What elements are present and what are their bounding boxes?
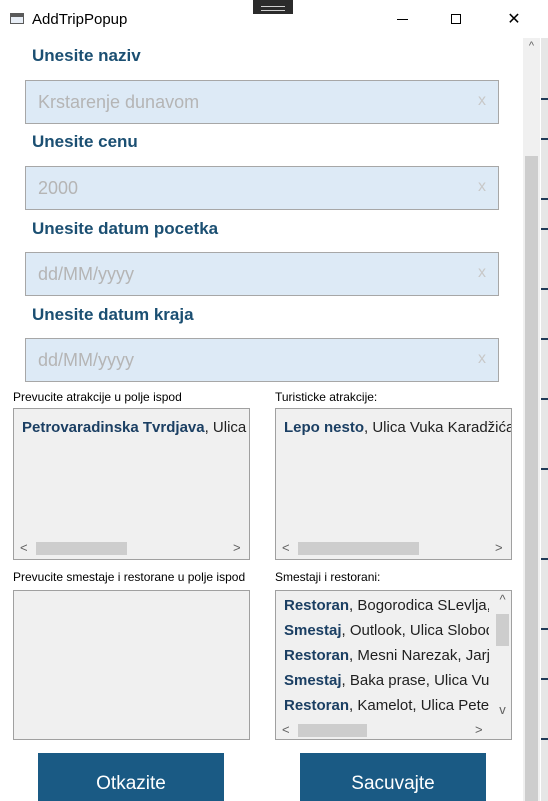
end-date-label: Unesite datum kraja [32,305,194,324]
list-item-details: , Ulica Tr [204,419,249,436]
list-item[interactable]: Smestaj, Outlook, Ulica Slobodana [284,622,489,639]
horizontal-scrollbar[interactable]: < > [277,722,493,739]
list-item-details: , Baka prase, Ulica Vuka [341,672,489,689]
minimize-button[interactable] [382,6,422,32]
accommodation-drop-label: Prevucite smestaje i restorane u polje i… [13,570,246,584]
clear-price-icon[interactable]: x [478,178,486,196]
attractions-source-list[interactable]: Lepo nesto, Ulica Vuka Karadžića < > [275,408,512,560]
list-item[interactable]: Lepo nesto, Ulica Vuka Karadžića [284,419,512,436]
name-field[interactable]: x [25,80,499,124]
list-item-details: , Bogorodica SLevlja, U [349,597,489,614]
cancel-button[interactable]: Otkazite [38,753,224,801]
window-title: AddTripPopup [32,11,128,28]
name-input[interactable] [38,81,458,123]
list-item-details: , Mesni Narezak, Jarje [349,647,489,664]
scroll-down-arrow-icon[interactable]: v [494,702,511,717]
attractions-drop-label: Prevucite atrakcije u polje ispod [13,390,182,404]
list-item[interactable]: Restoran, Mesni Narezak, Jarje [284,647,489,664]
list-item-details: , Ulica Vuka Karadžića [364,419,512,436]
list-item-type: Petrovaradinska Tvrdjava [22,419,205,436]
list-item-details: , Outlook, Ulica Slobodana [341,622,489,639]
accommodation-source-label: Smestaji i restorani: [275,570,381,584]
save-button[interactable]: Sacuvajte [300,753,486,801]
list-item-type: Lepo nesto [284,419,365,436]
scroll-left-arrow-icon[interactable]: < [282,540,290,555]
list-item-type: Restoran [284,597,350,614]
list-item-type: Smestaj [284,622,342,639]
scroll-right-arrow-icon[interactable]: > [495,540,503,555]
maximize-button[interactable] [436,6,476,32]
accommodation-drop-list[interactable] [13,590,250,740]
window-app-icon [10,13,24,24]
list-item-type: Restoran [284,647,350,664]
vertical-scroll-thumb[interactable] [496,614,509,646]
background-window-edge [541,38,548,801]
accommodation-source-list[interactable]: Restoran, Bogorodica SLevlja, U Smestaj,… [275,590,512,740]
name-label: Unesite naziv [32,46,141,65]
horizontal-scrollbar[interactable]: < > [277,540,510,557]
close-icon: ✕ [507,11,521,28]
attractions-drop-list[interactable]: Petrovaradinska Tvrdjava, Ulica Tr < > [13,408,250,560]
close-button[interactable]: ✕ [494,6,534,32]
start-date-field[interactable]: x [25,252,499,296]
title-bar[interactable]: AddTripPopup ✕ [0,0,548,38]
list-item[interactable]: Restoran, Bogorodica SLevlja, U [284,597,489,614]
scroll-right-arrow-icon[interactable]: > [475,722,483,737]
start-date-input[interactable] [38,253,458,295]
main-scroll-thumb[interactable] [525,156,538,801]
scroll-up-arrow-icon[interactable]: ^ [523,40,540,52]
list-item-type: Restoran [284,697,350,714]
list-item[interactable]: Restoran, Kamelot, Ulica Petefi [284,697,489,714]
maximize-icon [451,14,461,24]
attractions-source-label: Turisticke atrakcije: [275,390,378,404]
scroll-right-arrow-icon[interactable]: > [233,540,241,555]
vertical-scrollbar[interactable]: ^ v [494,592,511,722]
minimize-icon [396,18,408,20]
main-vertical-scrollbar[interactable]: ^ [523,38,540,801]
end-date-input[interactable] [38,339,458,381]
list-item-details: , Kamelot, Ulica Petefi [349,697,489,714]
horizontal-scroll-thumb[interactable] [298,542,419,555]
clear-end-date-icon[interactable]: x [478,350,486,368]
list-item-type: Smestaj [284,672,342,689]
start-date-label: Unesite datum pocetka [32,219,219,238]
horizontal-scroll-thumb[interactable] [298,724,367,737]
scroll-left-arrow-icon[interactable]: < [282,722,290,737]
clear-name-icon[interactable]: x [478,92,486,110]
clear-start-date-icon[interactable]: x [478,264,486,282]
horizontal-scroll-thumb[interactable] [36,542,127,555]
scroll-left-arrow-icon[interactable]: < [20,540,28,555]
drag-handle-icon[interactable] [253,0,293,14]
scroll-up-arrow-icon[interactable]: ^ [494,592,511,607]
list-item[interactable]: Petrovaradinska Tvrdjava, Ulica Tr [22,419,249,436]
price-input[interactable] [38,167,458,209]
price-field[interactable]: x [25,166,499,210]
price-label: Unesite cenu [32,132,138,151]
list-item[interactable]: Smestaj, Baka prase, Ulica Vuka [284,672,489,689]
horizontal-scrollbar[interactable]: < > [15,540,248,557]
end-date-field[interactable]: x [25,338,499,382]
